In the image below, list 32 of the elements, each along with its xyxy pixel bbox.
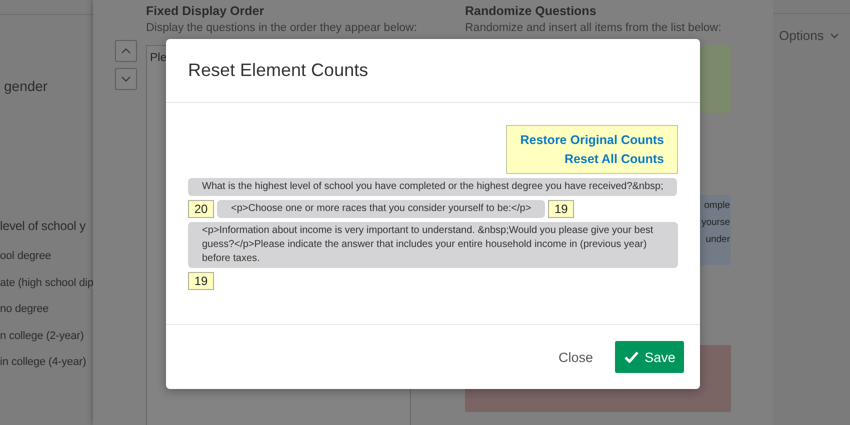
- chevron-down-icon: [121, 76, 131, 82]
- column-description: Randomize and insert all items from the list below:: [465, 21, 722, 36]
- count-field[interactable]: 19: [548, 200, 574, 218]
- question-label: gender: [3, 78, 49, 94]
- answer-option: in college (4-year): [0, 354, 93, 370]
- answer-option: ate (high school dip: [0, 274, 93, 291]
- checkmark-icon: [624, 351, 639, 363]
- link[interactable]: Restore Original Counts: [520, 133, 664, 147]
- chevron-up-icon: [121, 48, 131, 54]
- question-text: <p>Information about income is very important to understand. &nbsp;Would you please give your best guess?</p>Please indicate the answer that includes your entire household income in (previous year) before taxes.: [188, 222, 678, 268]
- dialog-title: Reset Element Counts: [188, 60, 368, 81]
- column-description: Display the questions in the order they appear below:: [146, 21, 418, 36]
- block-text: omple: [704, 199, 730, 213]
- caret-icon: [830, 32, 839, 38]
- question-label: level of school y: [0, 219, 87, 233]
- move-down-button[interactable]: [115, 68, 137, 90]
- block-text: yourse: [701, 216, 730, 230]
- count-field[interactable]: 19: [188, 272, 214, 290]
- answer-option: no degree: [0, 301, 93, 318]
- question-text: What is the highest level of school you have completed or the highest degree you have received?&nbsp;: [188, 178, 678, 196]
- answer-option: n college (2-year): [0, 328, 93, 344]
- block-text: under: [706, 233, 730, 247]
- link[interactable]: Reset All Counts: [564, 152, 664, 166]
- move-up-button[interactable]: [115, 40, 137, 62]
- question-text: <p>Choose one or more races that you consider yourself to be:</p>: [217, 200, 546, 218]
- save-button[interactable]: Save: [615, 341, 684, 373]
- column-title: Randomize Questions: [465, 4, 598, 18]
- answer-option: ool degree: [0, 248, 93, 264]
- count-field[interactable]: 20: [188, 200, 214, 218]
- column-title: Fixed Display Order: [146, 4, 266, 18]
- close-button[interactable]: Close: [554, 346, 597, 368]
- list-item: Ple: [150, 52, 167, 64]
